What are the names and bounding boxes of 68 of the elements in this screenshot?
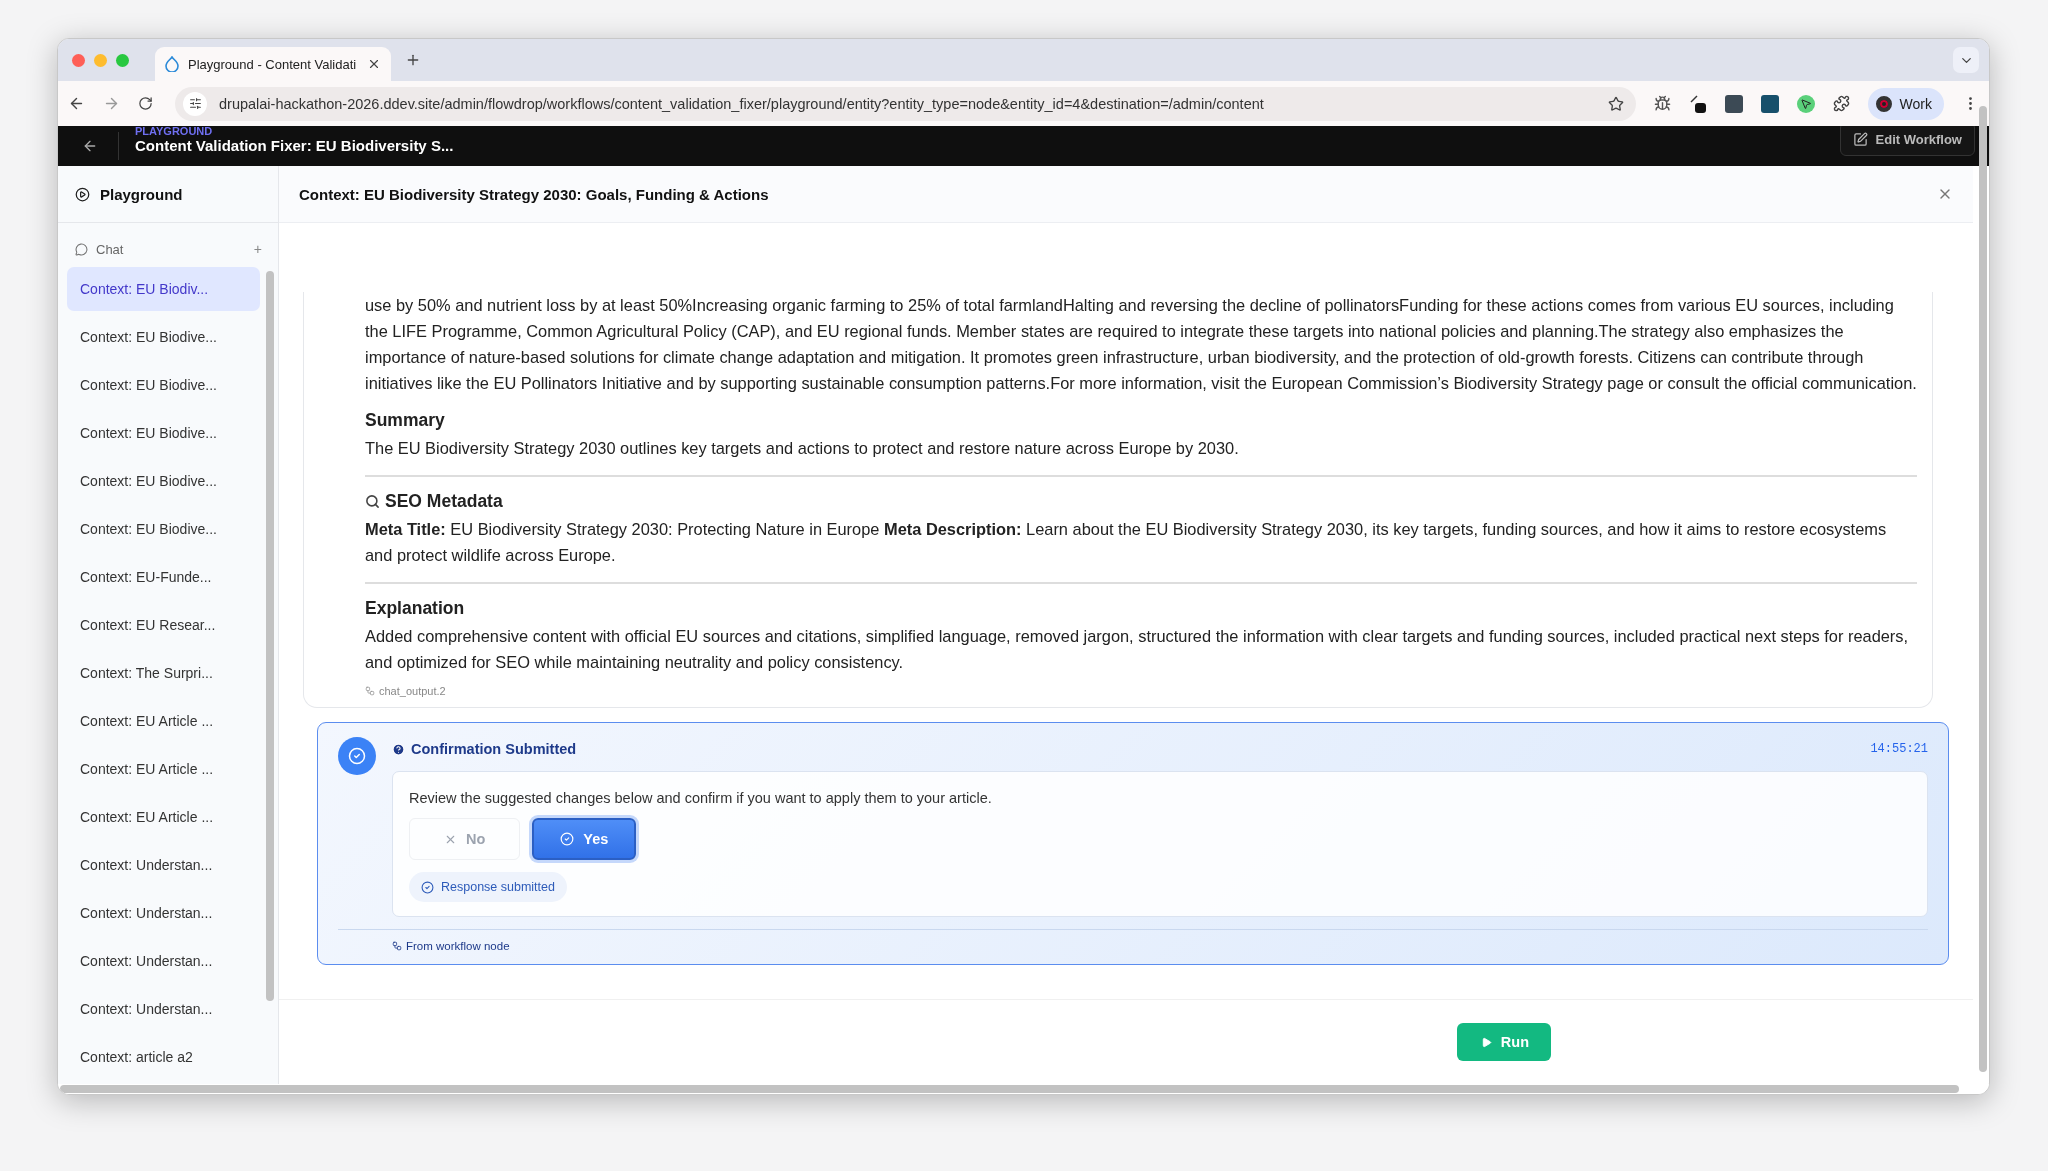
- chat-item[interactable]: Context: EU Biodiv...: [67, 267, 260, 311]
- tab-title: Playground - Content Validati: [188, 56, 358, 72]
- help-icon: [392, 742, 405, 756]
- chat-item[interactable]: Context: EU-Funde...: [67, 555, 260, 599]
- chat-item[interactable]: Context: EU Article ...: [67, 795, 260, 839]
- chat-item[interactable]: Context: EU Biodive...: [67, 411, 260, 455]
- section-label: Chat: [96, 241, 125, 257]
- panel-title: Context: EU Biodiversity Strategy 2030: Goals, Funding & Actions: [299, 185, 770, 203]
- source-label: chat_output.2: [379, 685, 446, 697]
- section-heading: Summary: [365, 410, 445, 431]
- site-settings-icon[interactable]: [183, 91, 207, 116]
- back-icon[interactable]: [68, 95, 85, 112]
- chat-item[interactable]: Context: Understan...: [67, 987, 260, 1031]
- chat-item[interactable]: Context: article a2: [67, 1035, 260, 1079]
- workflow-icon: [392, 941, 402, 951]
- chat-item[interactable]: Context: EU Article ...: [67, 699, 260, 743]
- play-icon: [1480, 1036, 1492, 1048]
- chat-item[interactable]: Context: EU Biodive...: [67, 315, 260, 359]
- address-bar[interactable]: drupalai-hackathon-2026.ddev.site/admin/flowdrop/workflows/content_validation_fixer/playground/entity?entity_type=node&entity_id=4&destination=/admin/content: [175, 86, 1636, 121]
- section-heading: Explanation: [365, 598, 465, 619]
- browser-tab[interactable]: Playground - Content Validati: [155, 47, 391, 81]
- profile-button[interactable]: Work: [1867, 87, 1944, 120]
- new-tab-icon[interactable]: [405, 52, 421, 68]
- chat-icon: [75, 242, 88, 256]
- sidebar-title: Playground: [100, 185, 183, 203]
- star-icon[interactable]: [1607, 95, 1624, 112]
- chat-item[interactable]: Context: Understan...: [67, 891, 260, 935]
- extension-icon[interactable]: [1724, 94, 1743, 113]
- edit-icon: [1852, 131, 1868, 147]
- chat-item[interactable]: Context: EU Article ...: [67, 747, 260, 791]
- chat-item[interactable]: Context: EU Biodive...: [67, 363, 260, 407]
- confirmation-prompt: Review the suggested changes below and confirm if you want to apply them to your article.: [409, 790, 992, 806]
- chat-item[interactable]: Context: The Surpri...: [67, 651, 260, 695]
- check-avatar-icon: [338, 737, 376, 775]
- page-eyebrow: PLAYGROUND: [135, 126, 214, 137]
- section-heading: SEO Metadata: [385, 491, 503, 512]
- extension-icon[interactable]: [1760, 94, 1779, 113]
- close-icon[interactable]: [367, 57, 381, 71]
- back-arrow-icon: [82, 138, 98, 154]
- chat-item[interactable]: Context: Understan...: [67, 939, 260, 983]
- section-text: Added comprehensive content with official EU sources and citations, simplified language, removed jargon, structured the information with clear targets and funding sources, included practical next steps for readers, and optimized for SEO while maintaining neutrality and policy consistency.: [365, 626, 1910, 673]
- status-badge: Response submitted: [409, 872, 567, 902]
- search-icon: [365, 494, 380, 509]
- bug-icon[interactable]: [1653, 95, 1671, 112]
- check-circle-icon: [560, 832, 575, 846]
- confirmation-title: Confirmation Submitted: [411, 741, 578, 757]
- cursor-icon[interactable]: [1796, 94, 1815, 113]
- message-paragraph: use by 50% and nutrient loss by at least 50%Increasing organic farming to 25% of total farmlandHalting and reversing the decline of pollinatorsFunding for these actions comes from various EU sources, including the LIFE Programme, Common Agricultural Policy (CAP), and EU regional funds. Member states are required to integrate these targets into national policies and planning.The strategy also emphasizes the importance of nature-based solutions for climate change adaptation and mitigation. It promotes green infrastructure, urban biodiversity, and the protection of old-growth forests. Citizens can contribute through initiatives like the EU Pollinators Initiative and by supporting sustainable consumption patterns.For more information, visit the European Commission’s Biodiversity Strategy page or consult the official communication.: [365, 295, 1917, 394]
- chat-item[interactable]: Context: EU Biodive...: [67, 459, 260, 503]
- timestamp: 14:55:21: [1870, 742, 1928, 756]
- option-button[interactable]: Yes: [532, 818, 637, 860]
- section-text: Meta Title: EU Biodiversity Strategy 2030: Protecting Nature in Europe Meta Description: Learn about the EU Biodiversity Strategy 2030, its key targets, funding sources, and how it aims to restore ecosystems and protect wildlife across Europe.: [365, 519, 1888, 566]
- source-label: From workflow node: [406, 940, 510, 952]
- ink-icon[interactable]: [1688, 93, 1707, 114]
- chat-item[interactable]: Context: EU Biodive...: [67, 507, 260, 551]
- play-circle-icon: [75, 186, 90, 202]
- page-title: Content Validation Fixer: EU Biodiversity S...: [135, 137, 455, 154]
- section-text: The EU Biodiversity Strategy 2030 outlines key targets and actions to protect and restore nature across Europe by 2030.: [365, 438, 1240, 459]
- back-button[interactable]: [82, 132, 119, 160]
- reload-icon[interactable]: [138, 96, 153, 111]
- workflow-icon: [365, 686, 375, 696]
- drop-icon: [165, 56, 179, 72]
- url-text: drupalai-hackathon-2026.ddev.site/admin/flowdrop/workflows/content_validation_fixer/playground/entity?entity_type=node&entity_id=4&destination=/admin/content: [219, 95, 1265, 112]
- chat-item[interactable]: Context: EU Resear...: [67, 603, 260, 647]
- puzzle-icon[interactable]: [1832, 95, 1850, 112]
- chat-item[interactable]: Context: Understan...: [67, 843, 260, 887]
- forward-icon[interactable]: [103, 95, 120, 112]
- edit-workflow-button[interactable]: Edit Workflow: [1839, 126, 1975, 156]
